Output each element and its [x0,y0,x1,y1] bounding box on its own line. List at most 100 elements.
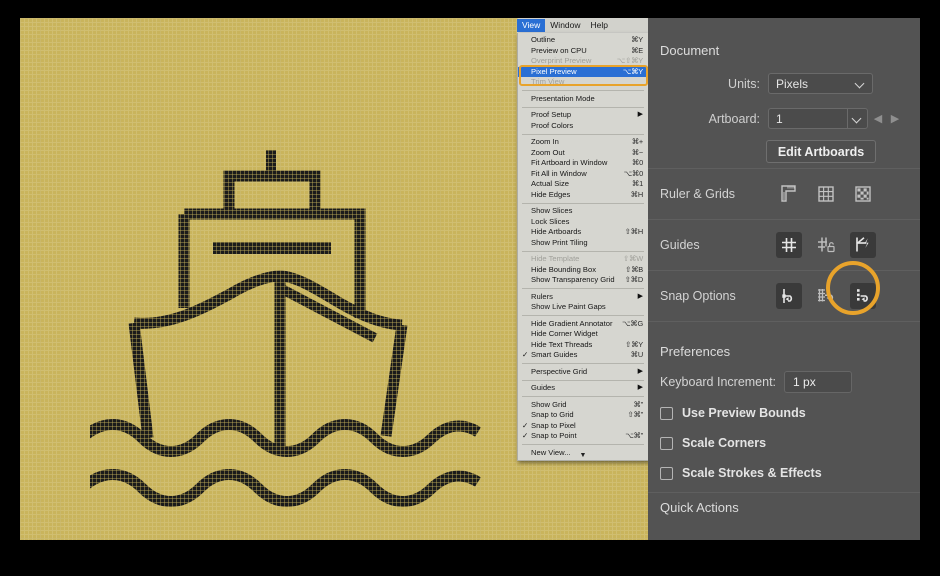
menu-bar-item-view[interactable]: View [517,19,545,32]
submenu-arrow-icon: ▶ [638,367,643,378]
menu-item-rulers[interactable]: Rulers▶ [518,292,648,303]
submenu-arrow-icon: ▶ [638,110,643,121]
menu-item-perspective-grid[interactable]: Perspective Grid ▶ [518,367,648,378]
menu-item-show-transparency-grid[interactable]: Show Transparency Grid⇧⌘D [518,275,648,286]
menu-item-snap-to-point[interactable]: ✓Snap to Point⌥⌘” [518,431,648,442]
menu-separator [522,288,644,289]
smart-guides-icon[interactable] [850,232,876,258]
menu-separator [522,380,644,381]
properties-panel: Document Units: Pixels Artboard: 1 ◀ ▶ [648,18,920,540]
snap-to-grid-icon[interactable] [813,283,839,309]
menu-item-hide-bounding-box[interactable]: Hide Bounding Box⇧⌘B [518,265,648,276]
pixelated-ship-artwork[interactable] [90,148,510,528]
submenu-arrow-icon: ▶ [638,383,643,394]
menu-item-shortcut: ⌘U [631,350,643,361]
menu-item-label: Perspective Grid [531,367,634,378]
menu-item-snap-to-grid[interactable]: Snap to Grid⇧⌘” [518,410,648,421]
units-row: Units: Pixels [648,73,920,94]
menu-item-zoom-out[interactable]: Zoom Out⌘− [518,148,648,159]
menu-item-guides[interactable]: Guides▶ [518,383,648,394]
menu-item-hide-template: Hide Template⇧⌘W [518,254,648,265]
menu-item-shortcut: ⌥⇧⌘Y [617,56,643,67]
units-select[interactable]: Pixels [768,73,873,94]
artboard-select[interactable]: 1 [768,108,868,129]
submenu-arrow-icon: ▶ [638,292,643,303]
menu-item-fit-artboard-in-window[interactable]: Fit Artboard in Window⌘0 [518,158,648,169]
panel-divider [648,321,920,322]
menu-bar-item-help[interactable]: Help [586,19,613,32]
menu-item-proof-setup[interactable]: Proof Setup ▶ [518,110,648,121]
edit-artboards-button[interactable]: Edit Artboards [766,140,876,163]
keyboard-increment-row: Keyboard Increment: 1 px [660,371,852,393]
menu-item-show-slices[interactable]: Show Slices [518,206,648,217]
show-guides-icon[interactable] [776,232,802,258]
menu-item-trim-view: Trim View [518,77,648,88]
menu-item-label: Presentation Mode [531,94,643,105]
menu-item-label: Snap to Pixel [531,421,643,432]
show-grid-icon[interactable] [813,181,839,207]
scale-corners-checkbox-row[interactable]: Scale Corners [660,436,766,450]
menu-item-shortcut: ⌘E [631,46,643,57]
lock-guides-icon[interactable] [813,232,839,258]
units-label: Units: [648,77,768,91]
checkmark-icon: ✓ [522,350,528,361]
menu-bar-item-window[interactable]: Window [545,19,585,32]
menu-item-snap-to-pixel[interactable]: ✓Snap to Pixel [518,421,648,432]
artboard-value: 1 [776,112,783,126]
show-rulers-icon[interactable] [776,181,802,207]
menu-item-zoom-in[interactable]: Zoom In⌘+ [518,137,648,148]
menu-item-outline[interactable]: Outline⌘Y [518,35,648,46]
scale-strokes-effects-checkbox-row[interactable]: Scale Strokes & Effects [660,466,822,480]
menu-item-label: Actual Size [531,179,632,190]
menu-item-label: Show Print Tiling [531,238,643,249]
artboard-dropdown-button[interactable] [847,109,867,128]
menu-item-label: Pixel Preview [531,67,623,78]
menu-item-smart-guides[interactable]: ✓Smart Guides⌘U [518,350,648,361]
checkbox-icon[interactable] [660,407,673,420]
menu-item-hide-text-threads[interactable]: Hide Text Threads⇧⌘Y [518,340,648,351]
menu-item-shortcut: ⌥⌘0 [624,169,643,180]
menu-item-hide-corner-widget[interactable]: Hide Corner Widget [518,329,648,340]
menu-item-show-print-tiling[interactable]: Show Print Tiling [518,238,648,249]
view-menu-dropdown[interactable]: Outline⌘YPreview on CPU⌘EOverprint Previ… [517,33,649,461]
menu-item-show-live-paint-gaps[interactable]: Show Live Paint Gaps [518,302,648,313]
show-transparency-grid-icon[interactable] [850,181,876,207]
chevron-down-icon [856,79,865,88]
menu-item-show-grid[interactable]: Show Grid⌘” [518,400,648,411]
menu-item-presentation-mode[interactable]: Presentation Mode [518,94,648,105]
menu-item-pixel-preview[interactable]: Pixel Preview⌥⌘Y [518,67,648,78]
checkbox-icon[interactable] [660,437,673,450]
use-preview-bounds-label: Use Preview Bounds [682,406,806,420]
menu-item-label: Show Grid [531,400,634,411]
menu-item-label: Hide Bounding Box [531,265,625,276]
menu-item-fit-all-in-window[interactable]: Fit All in Window⌥⌘0 [518,169,648,180]
artboard-row: Artboard: 1 ◀ ▶ [648,108,920,129]
ruler-grids-label: Ruler & Grids [648,187,776,201]
menu-item-label: Zoom Out [531,148,632,159]
menu-item-actual-size[interactable]: Actual Size⌘1 [518,179,648,190]
keyboard-increment-input[interactable]: 1 px [784,371,852,393]
previous-artboard-button[interactable]: ◀ [871,110,885,128]
menu-item-proof-colors[interactable]: Proof Colors [518,121,648,132]
menu-item-overprint-preview: Overprint Preview⌥⇧⌘Y [518,56,648,67]
menu-item-label: Lock Slices [531,217,643,228]
menu-bar[interactable]: View Window Help [517,18,649,33]
snap-to-point-icon[interactable] [776,283,802,309]
use-preview-bounds-checkbox-row[interactable]: Use Preview Bounds [660,406,806,420]
menu-item-label: Trim View [531,77,643,88]
menu-item-hide-artboards[interactable]: Hide Artboards⇧⌘H [518,227,648,238]
panel-divider [648,492,920,493]
checkbox-icon[interactable] [660,467,673,480]
menu-item-preview-on-cpu[interactable]: Preview on CPU⌘E [518,46,648,57]
next-artboard-button[interactable]: ▶ [888,110,902,128]
menu-item-hide-gradient-annotator[interactable]: Hide Gradient Annotator⌥⌘G [518,319,648,330]
snap-to-pixel-icon[interactable] [850,283,876,309]
menu-separator [522,315,644,316]
menu-item-label: Proof Setup [531,110,634,121]
menu-item-shortcut: ⌥⌘” [625,431,643,442]
menu-item-shortcut: ⌥⌘Y [623,67,643,78]
menu-item-lock-slices[interactable]: Lock Slices [518,217,648,228]
menu-item-hide-edges[interactable]: Hide Edges⌘H [518,190,648,201]
menu-scroll-down-arrow[interactable]: ▼ [518,452,648,459]
menu-item-shortcut: ⌘” [634,400,643,411]
